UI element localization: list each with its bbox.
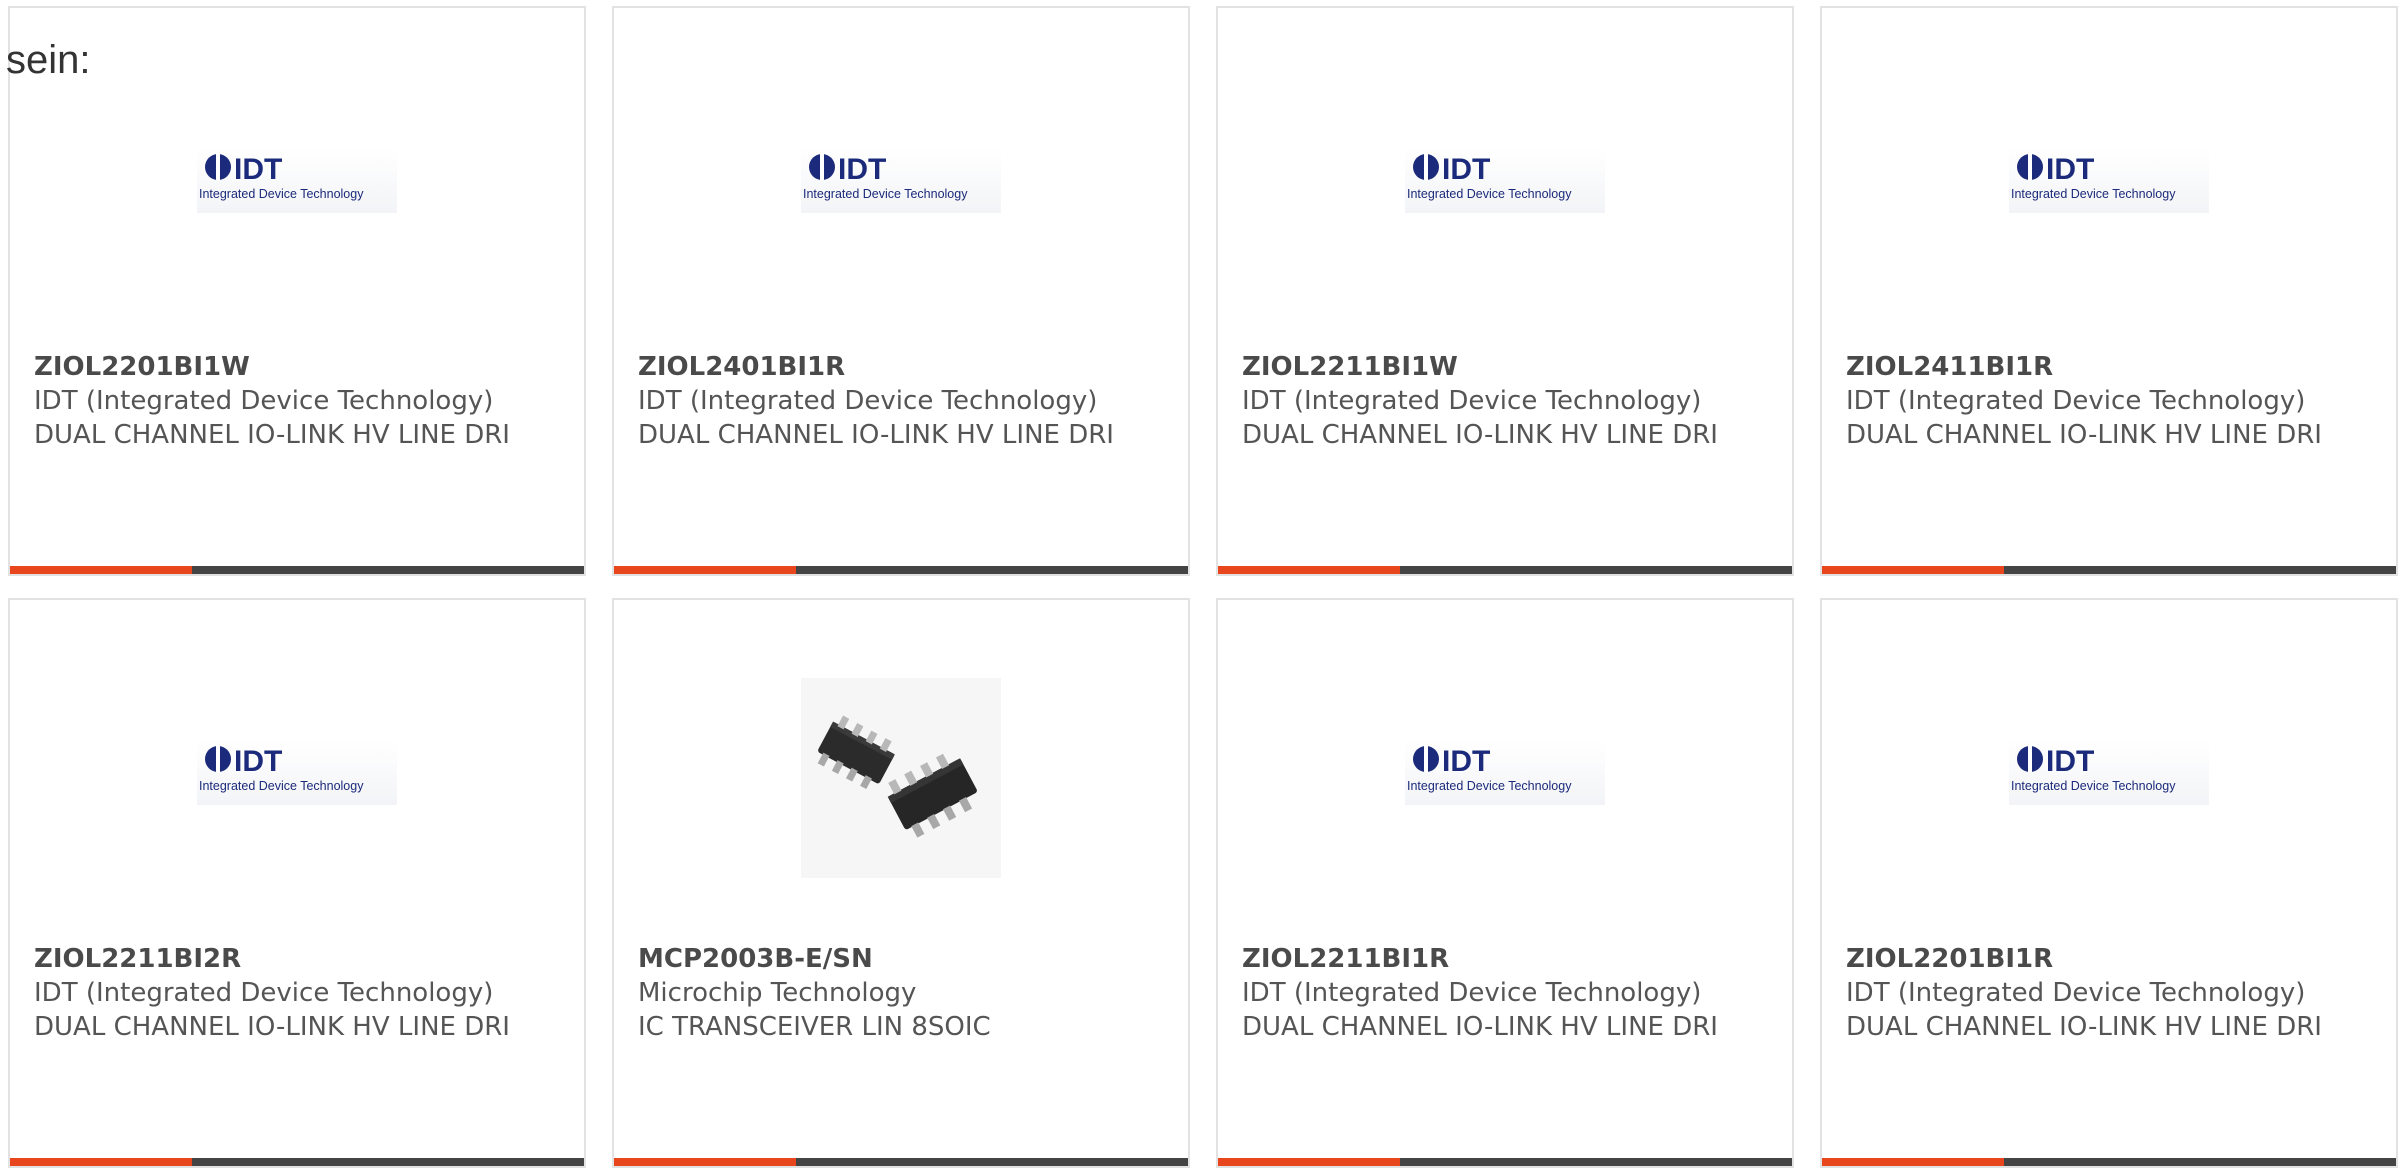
card-accent-bar	[1822, 566, 2004, 574]
product-card[interactable]: IDT Integrated Device Technology ZIOL221…	[8, 598, 586, 1168]
card-bottom-bar	[10, 566, 584, 574]
description: DUAL CHANNEL IO-LINK HV LINE DRI	[34, 420, 510, 450]
part-number[interactable]: ZIOL2201BI1W	[34, 350, 514, 384]
product-image[interactable]: IDT Integrated Device Technology	[614, 148, 1188, 213]
card-bottom-bar	[10, 1158, 584, 1166]
idt-logo-icon: IDT Integrated Device Technology	[801, 148, 1001, 213]
svg-text:IDT: IDT	[1442, 153, 1490, 186]
card-bottom-bar	[1218, 1158, 1792, 1166]
card-accent-bar	[1218, 1158, 1400, 1166]
product-info: ZIOL2211BI1R IDT (Integrated Device Tech…	[1242, 942, 1722, 1044]
product-card[interactable]: IDT Integrated Device Technology ZIOL240…	[612, 6, 1190, 576]
svg-text:IDT: IDT	[234, 153, 282, 186]
description: DUAL CHANNEL IO-LINK HV LINE DRI	[1846, 420, 2322, 450]
manufacturer: IDT (Integrated Device Technology)	[34, 386, 494, 416]
product-card[interactable]: IDT Integrated Device Technology ZIOL221…	[1216, 6, 1794, 576]
manufacturer: IDT (Integrated Device Technology)	[1846, 386, 2306, 416]
card-accent-bar	[1822, 1158, 2004, 1166]
card-bottom-bar	[614, 1158, 1188, 1166]
part-number[interactable]: ZIOL2211BI2R	[34, 942, 514, 976]
idt-logo-icon: IDT Integrated Device Technology	[1405, 740, 1605, 805]
product-card[interactable]: MCP2003B-E/SN Microchip Technology IC TR…	[612, 598, 1190, 1168]
card-accent-bar	[614, 566, 796, 574]
part-number[interactable]: ZIOL2201BI1R	[1846, 942, 2326, 976]
idt-logo-icon: IDT Integrated Device Technology	[2009, 148, 2209, 213]
manufacturer: IDT (Integrated Device Technology)	[1846, 978, 2306, 1008]
manufacturer: IDT (Integrated Device Technology)	[1242, 978, 1702, 1008]
product-card[interactable]: IDT Integrated Device Technology ZIOL220…	[8, 6, 586, 576]
product-info: ZIOL2201BI1W IDT (Integrated Device Tech…	[34, 350, 514, 452]
idt-logo-icon: IDT Integrated Device Technology	[197, 148, 397, 213]
svg-text:Integrated Device Technology: Integrated Device Technology	[1407, 779, 1572, 793]
product-card[interactable]: IDT Integrated Device Technology ZIOL220…	[1820, 598, 2398, 1168]
product-image[interactable]: IDT Integrated Device Technology	[10, 148, 584, 213]
card-accent-bar	[10, 566, 192, 574]
product-grid: IDT Integrated Device Technology ZIOL220…	[8, 6, 2398, 1168]
part-number[interactable]: ZIOL2401BI1R	[638, 350, 1118, 384]
description: IC TRANSCEIVER LIN 8SOIC	[638, 1012, 991, 1042]
idt-logo-icon: IDT Integrated Device Technology	[197, 740, 397, 805]
product-info: ZIOL2211BI2R IDT (Integrated Device Tech…	[34, 942, 514, 1044]
part-number[interactable]: MCP2003B-E/SN	[638, 942, 1118, 976]
svg-text:Integrated Device Technology: Integrated Device Technology	[199, 779, 364, 793]
product-card[interactable]: IDT Integrated Device Technology ZIOL241…	[1820, 6, 2398, 576]
soic-chip-icon	[801, 678, 1001, 878]
card-accent-bar	[1218, 566, 1400, 574]
product-info: ZIOL2401BI1R IDT (Integrated Device Tech…	[638, 350, 1118, 452]
part-number[interactable]: ZIOL2211BI1R	[1242, 942, 1722, 976]
svg-text:Integrated Device Technology: Integrated Device Technology	[1407, 187, 1572, 201]
description: DUAL CHANNEL IO-LINK HV LINE DRI	[34, 1012, 510, 1042]
svg-text:Integrated Device Technology: Integrated Device Technology	[2011, 779, 2176, 793]
product-info: MCP2003B-E/SN Microchip Technology IC TR…	[638, 942, 1118, 1044]
product-card[interactable]: IDT Integrated Device Technology ZIOL221…	[1216, 598, 1794, 1168]
idt-logo-icon: IDT Integrated Device Technology	[2009, 740, 2209, 805]
card-bottom-bar	[614, 566, 1188, 574]
card-accent-bar	[10, 1158, 192, 1166]
product-info: ZIOL2201BI1R IDT (Integrated Device Tech…	[1846, 942, 2326, 1044]
svg-text:Integrated Device Technology: Integrated Device Technology	[199, 187, 364, 201]
manufacturer: IDT (Integrated Device Technology)	[1242, 386, 1702, 416]
manufacturer: Microchip Technology	[638, 978, 917, 1008]
svg-text:Integrated Device Technology: Integrated Device Technology	[803, 187, 968, 201]
product-image[interactable]	[614, 678, 1188, 878]
product-image[interactable]: IDT Integrated Device Technology	[1218, 148, 1792, 213]
idt-logo-icon: IDT Integrated Device Technology	[1405, 148, 1605, 213]
svg-text:Integrated Device Technology: Integrated Device Technology	[2011, 187, 2176, 201]
svg-text:IDT: IDT	[2046, 745, 2094, 778]
manufacturer: IDT (Integrated Device Technology)	[34, 978, 494, 1008]
manufacturer: IDT (Integrated Device Technology)	[638, 386, 1098, 416]
description: DUAL CHANNEL IO-LINK HV LINE DRI	[1242, 420, 1718, 450]
product-image[interactable]: IDT Integrated Device Technology	[10, 740, 584, 805]
description: DUAL CHANNEL IO-LINK HV LINE DRI	[1846, 1012, 2322, 1042]
part-number[interactable]: ZIOL2411BI1R	[1846, 350, 2326, 384]
description: DUAL CHANNEL IO-LINK HV LINE DRI	[1242, 1012, 1718, 1042]
product-info: ZIOL2411BI1R IDT (Integrated Device Tech…	[1846, 350, 2326, 452]
product-image[interactable]: IDT Integrated Device Technology	[1218, 740, 1792, 805]
product-image[interactable]: IDT Integrated Device Technology	[1822, 148, 2396, 213]
card-bottom-bar	[1218, 566, 1792, 574]
card-accent-bar	[614, 1158, 796, 1166]
svg-text:IDT: IDT	[2046, 153, 2094, 186]
product-image[interactable]: IDT Integrated Device Technology	[1822, 740, 2396, 805]
svg-text:IDT: IDT	[1442, 745, 1490, 778]
svg-text:IDT: IDT	[838, 153, 886, 186]
product-info: ZIOL2211BI1W IDT (Integrated Device Tech…	[1242, 350, 1722, 452]
part-number[interactable]: ZIOL2211BI1W	[1242, 350, 1722, 384]
card-bottom-bar	[1822, 566, 2396, 574]
card-bottom-bar	[1822, 1158, 2396, 1166]
heading-fragment: sein:	[6, 38, 91, 82]
svg-text:IDT: IDT	[234, 745, 282, 778]
description: DUAL CHANNEL IO-LINK HV LINE DRI	[638, 420, 1114, 450]
